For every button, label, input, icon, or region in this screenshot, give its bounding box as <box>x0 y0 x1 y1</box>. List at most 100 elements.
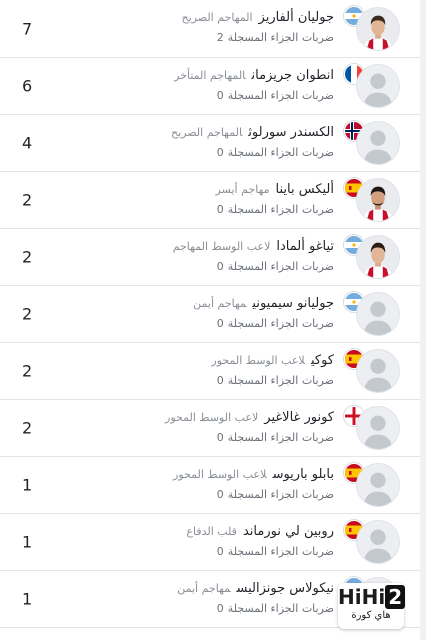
hihi2-watermark-logo: HiHi 2 هاي كورة <box>338 583 406 629</box>
stat-value: 0 <box>216 488 224 501</box>
goals-count: 4 <box>22 133 33 153</box>
stat-value: 0 <box>216 203 224 216</box>
goals-count: 2 <box>22 418 33 438</box>
player-name[interactable]: الكسندر سورلوث <box>248 125 334 140</box>
goals-count: 7 <box>22 19 33 38</box>
goals-count: 2 <box>22 190 33 210</box>
player-row[interactable]: 2 كوكي لاعب الوسط المحور ضربات الجزاء الم… <box>0 343 420 400</box>
stat-label: ضربات الجزاء المسجلة <box>227 317 334 330</box>
stat-value: 2 <box>216 31 224 44</box>
stat-label: ضربات الجزاء المسجلة <box>227 146 334 159</box>
player-position: لاعب الوسط المحور <box>165 411 259 424</box>
player-row[interactable]: 7 جوليان ألفاريز المهاجم الصريح ضربات الج… <box>0 0 420 58</box>
stat-value: 0 <box>216 89 224 102</box>
player-title-line: الكسندر سورلوث المهاجم الصريح <box>171 125 334 140</box>
player-photo-avatar[interactable] <box>356 235 400 279</box>
stat-label: ضربات الجزاء المسجلة <box>227 431 334 444</box>
penalty-stat-line: ضربات الجزاء المسجلة0 <box>217 146 334 159</box>
player-row[interactable]: 4 الكسندر سورلوث المهاجم الصريح ضربات الج… <box>0 115 420 172</box>
stat-label: ضربات الجزاء المسجلة <box>227 545 334 558</box>
placeholder-avatar-icon[interactable] <box>356 406 400 450</box>
player-position: لاعب الوسط المهاجم <box>172 240 271 253</box>
stat-value: 0 <box>216 545 224 558</box>
placeholder-avatar-icon[interactable] <box>356 463 400 507</box>
penalty-stat-line: ضربات الجزاء المسجلة0 <box>217 89 334 102</box>
penalty-stat-line: ضربات الجزاء المسجلة0 <box>217 431 334 444</box>
player-title-line: روبين لي نورماند قلب الدفاع <box>186 524 334 539</box>
goals-count: 1 <box>22 532 33 552</box>
watermark-subtitle: هاي كورة <box>351 610 391 621</box>
player-position: مهاجم أيسر <box>215 183 270 196</box>
penalty-stat-line: ضربات الجزاء المسجلة0 <box>217 260 334 273</box>
player-name[interactable]: جوليانو سيميوني <box>252 296 334 311</box>
penalty-stat-line: ضربات الجزاء المسجلة2 <box>217 31 334 44</box>
player-name[interactable]: نيكولاس جونزاليس <box>237 581 335 596</box>
goals-count: 6 <box>22 76 33 96</box>
player-row[interactable]: 2 كونور غالاغير لاعب الوسط المحور ضربات ا… <box>0 400 420 457</box>
stat-label: ضربات الجزاء المسجلة <box>227 31 334 44</box>
goals-count: 2 <box>22 247 33 267</box>
player-stats-list: 7 جوليان ألفاريز المهاجم الصريح ضربات الج… <box>0 0 420 640</box>
player-position: المهاجم الصريح <box>181 11 253 24</box>
stat-value: 0 <box>216 602 224 615</box>
player-position: مهاجم أيمن <box>177 582 231 595</box>
player-title-line: بابلو باريوس لاعب الوسط المحور <box>173 467 334 482</box>
player-name[interactable]: كونور غالاغير <box>264 410 334 425</box>
player-position: لاعب الوسط المحور <box>173 468 267 481</box>
player-name[interactable]: جوليان ألفاريز <box>259 10 334 25</box>
player-position: لاعب الوسط المحور <box>211 354 305 367</box>
placeholder-avatar-icon[interactable] <box>356 121 400 165</box>
goals-count: 1 <box>22 475 33 495</box>
player-row[interactable]: 6 انطوان جريزمان المهاجم المتأخر ضربات ال… <box>0 58 420 115</box>
stat-value: 0 <box>216 146 224 159</box>
stat-value: 0 <box>216 431 224 444</box>
player-row[interactable]: 1 بابلو باريوس لاعب الوسط المحور ضربات ال… <box>0 457 420 514</box>
player-position: المهاجم المتأخر <box>174 69 246 82</box>
player-position: قلب الدفاع <box>186 525 237 538</box>
stat-label: ضربات الجزاء المسجلة <box>227 89 334 102</box>
player-title-line: نيكولاس جونزاليس مهاجم أيمن <box>177 581 334 596</box>
stat-label: ضربات الجزاء المسجلة <box>227 602 334 615</box>
watermark-logo-text: HiHi 2 <box>338 585 406 609</box>
player-name[interactable]: روبين لي نورماند <box>243 524 334 539</box>
placeholder-avatar-icon[interactable] <box>356 520 400 564</box>
player-position: مهاجم أيمن <box>193 297 247 310</box>
player-name[interactable]: كوكي <box>311 353 334 368</box>
player-title-line: كونور غالاغير لاعب الوسط المحور <box>165 410 334 425</box>
placeholder-avatar-icon[interactable] <box>356 64 400 108</box>
player-row[interactable]: 2 جوليانو سيميوني مهاجم أيمن ضربات الجزاء… <box>0 286 420 343</box>
goals-count: 2 <box>22 304 33 324</box>
player-title-line: أليكس باينا مهاجم أيسر <box>216 182 334 197</box>
player-name[interactable]: انطوان جريزمان <box>252 68 334 83</box>
penalty-stat-line: ضربات الجزاء المسجلة0 <box>217 317 334 330</box>
player-name[interactable]: بابلو باريوس <box>273 467 334 482</box>
player-title-line: جوليانو سيميوني مهاجم أيمن <box>193 296 334 311</box>
player-title-line: تياغو ألمادا لاعب الوسط المهاجم <box>173 239 334 254</box>
stat-label: ضربات الجزاء المسجلة <box>227 488 334 501</box>
penalty-stat-line: ضربات الجزاء المسجلة0 <box>217 374 334 387</box>
goals-count: 1 <box>22 589 33 609</box>
stat-label: ضربات الجزاء المسجلة <box>227 374 334 387</box>
stat-label: ضربات الجزاء المسجلة <box>227 260 334 273</box>
player-row[interactable]: 1 روبين لي نورماند قلب الدفاع ضربات الجزا… <box>0 514 420 571</box>
penalty-stat-line: ضربات الجزاء المسجلة0 <box>217 602 334 615</box>
player-row[interactable]: 2 تياغو ألمادا لاعب الوسط المهاجم ضربات ا… <box>0 229 420 286</box>
placeholder-avatar-icon[interactable] <box>356 292 400 336</box>
goals-count: 2 <box>22 361 33 381</box>
player-title-line: كوكي لاعب الوسط المحور <box>211 353 334 368</box>
player-title-line: جوليان ألفاريز المهاجم الصريح <box>182 10 334 25</box>
player-title-line: انطوان جريزمان المهاجم المتأخر <box>174 68 334 83</box>
stat-value: 0 <box>216 260 224 273</box>
player-name[interactable]: أليكس باينا <box>276 182 334 197</box>
stat-label: ضربات الجزاء المسجلة <box>227 203 334 216</box>
player-photo-avatar[interactable] <box>356 6 400 51</box>
player-row[interactable]: 2 أليكس باينا مهاجم أيسر ضربات الجزاء الم… <box>0 172 420 229</box>
player-position: المهاجم الصريح <box>171 126 243 139</box>
penalty-stat-line: ضربات الجزاء المسجلة0 <box>217 203 334 216</box>
player-photo-avatar[interactable] <box>356 178 400 222</box>
player-name[interactable]: تياغو ألمادا <box>276 239 334 254</box>
penalty-stat-line: ضربات الجزاء المسجلة0 <box>217 488 334 501</box>
stat-value: 0 <box>216 317 224 330</box>
placeholder-avatar-icon[interactable] <box>356 349 400 393</box>
penalty-stat-line: ضربات الجزاء المسجلة0 <box>217 545 334 558</box>
